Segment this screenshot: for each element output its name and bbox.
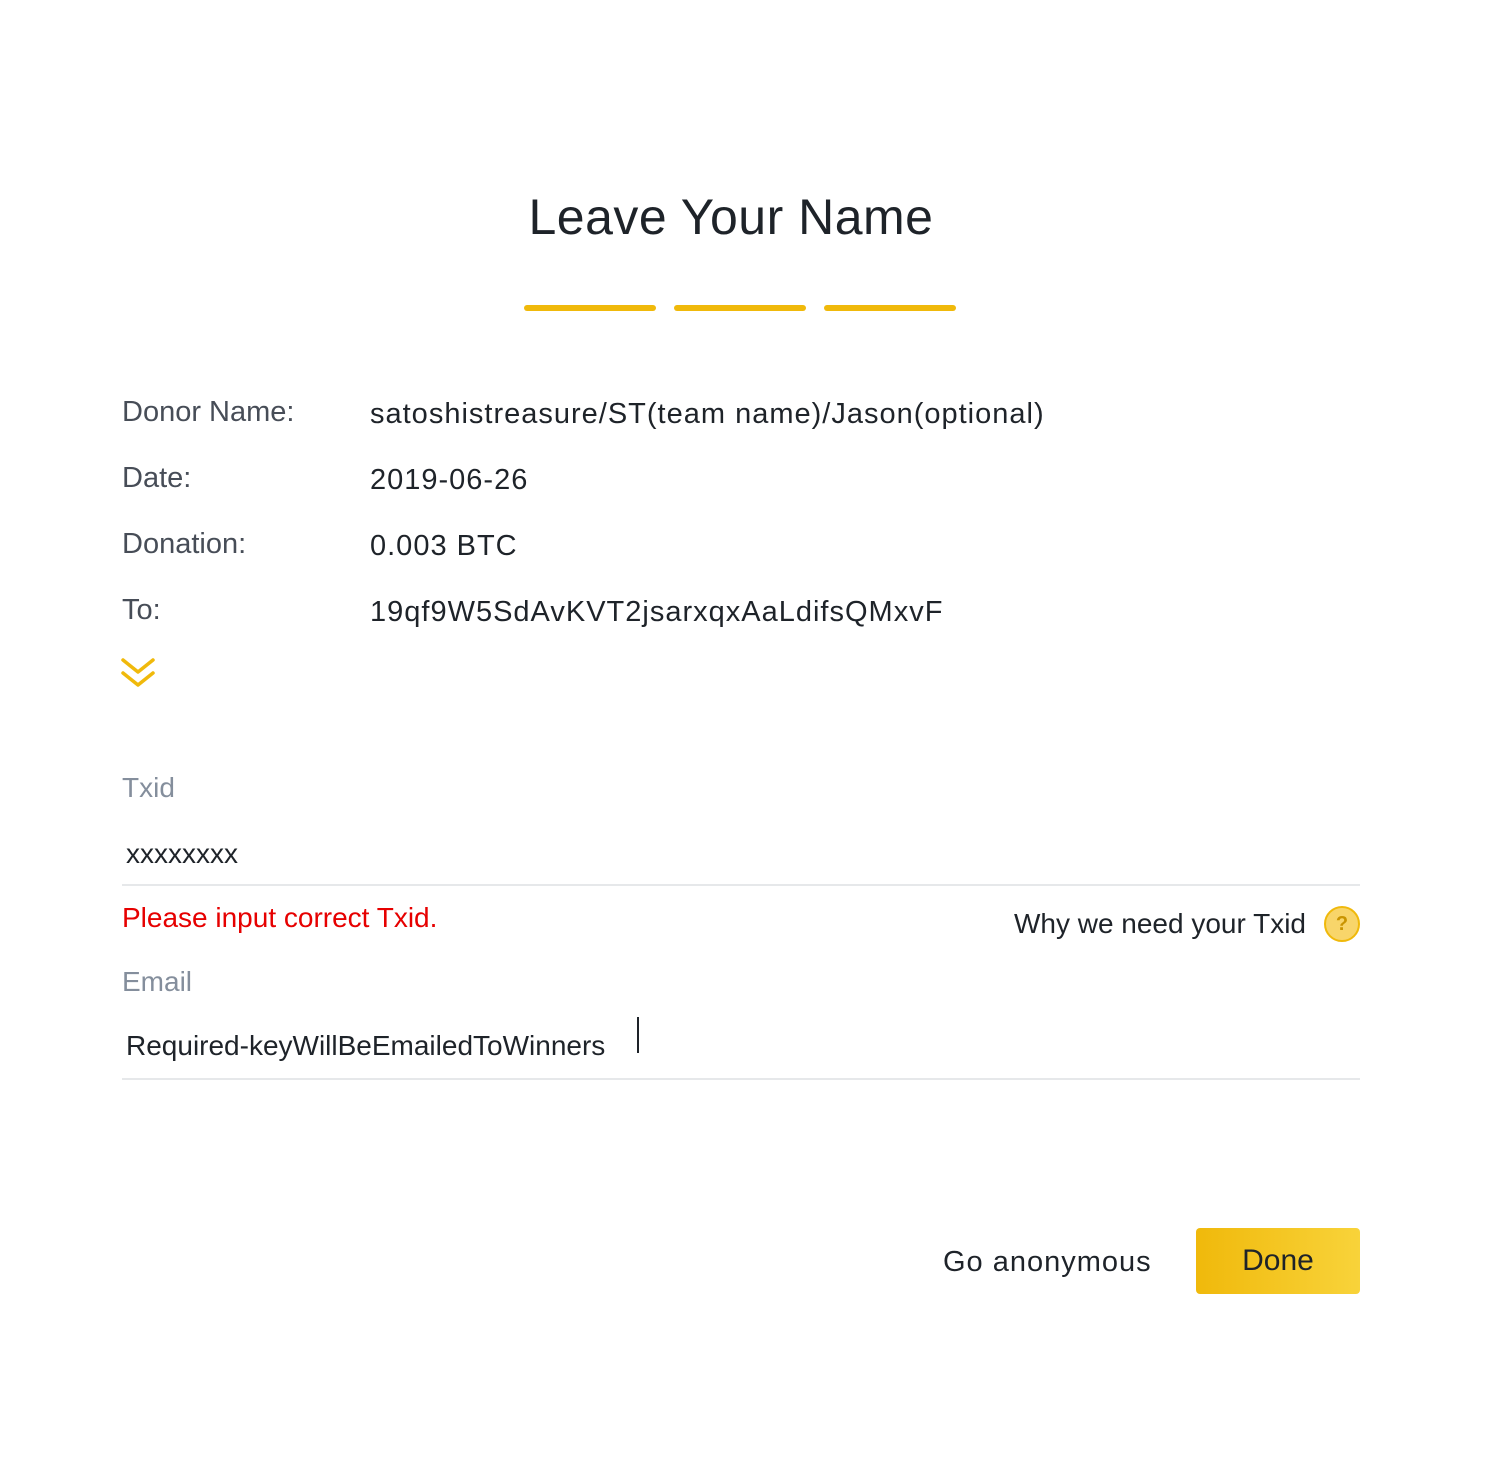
progress-steps — [524, 305, 956, 311]
date-value: 2019-06-26 — [370, 464, 529, 496]
double-chevron-down-icon[interactable] — [120, 656, 156, 690]
why-txid-text: Why we need your Txid — [1013, 908, 1306, 939]
to-label: To: — [122, 594, 161, 626]
donor-name-value: satoshistreasure/ST(team name)/Jason(opt… — [370, 398, 1045, 430]
date-label: Date: — [122, 462, 192, 494]
why-txid-link[interactable]: Why we need your Txid ? — [1014, 904, 1360, 944]
email-input[interactable] — [122, 1014, 1360, 1080]
donation-value: 0.003 BTC — [370, 530, 518, 562]
email-label: Email — [122, 966, 193, 997]
done-button[interactable]: Done — [1196, 1228, 1360, 1294]
to-address-value: 19qf9W5SdAvKVT2jsarxqxAaLdifsQMxvF — [370, 596, 944, 628]
donor-name-label: Donor Name: — [122, 396, 295, 428]
txid-error-message: Please input correct Txid. — [122, 902, 438, 933]
go-anonymous-button[interactable]: Go anonymous — [943, 1242, 1152, 1282]
page-title: Leave Your Name — [528, 189, 934, 245]
donation-label: Donation: — [122, 528, 247, 560]
text-caret — [637, 1017, 639, 1053]
progress-step-3 — [824, 305, 956, 311]
txid-label: Txid — [122, 772, 175, 803]
txid-input[interactable] — [122, 824, 1360, 886]
question-circle-icon[interactable]: ? — [1324, 906, 1360, 942]
progress-step-2 — [674, 305, 806, 311]
progress-step-1 — [524, 305, 656, 311]
